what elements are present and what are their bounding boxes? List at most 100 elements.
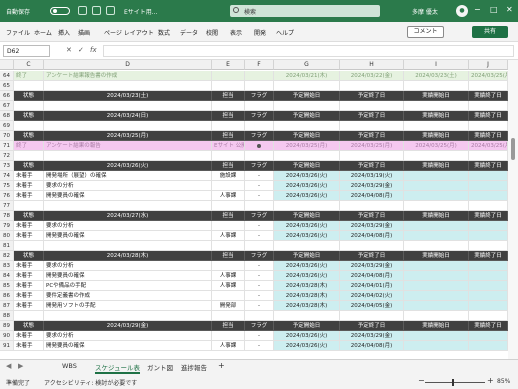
cell-e[interactable]	[212, 331, 245, 341]
cell-i[interactable]	[404, 101, 469, 111]
cell-d[interactable]: 開発要員の確保	[44, 191, 212, 201]
row-number[interactable]: 67	[0, 101, 14, 111]
cell-f[interactable]: -	[245, 191, 274, 201]
cell-j[interactable]	[469, 151, 508, 161]
cell-e[interactable]: 担当	[212, 251, 245, 261]
cell-f[interactable]	[245, 81, 274, 91]
row-number[interactable]: 84	[0, 271, 14, 281]
cell-e[interactable]: Eサイト 公開	[212, 141, 245, 151]
cell-f[interactable]: -	[245, 221, 274, 231]
menu-view[interactable]: 表示	[230, 28, 242, 37]
row-number[interactable]: 85	[0, 281, 14, 291]
cell-f[interactable]	[245, 311, 274, 321]
cell-g[interactable]: 2024/03/28(木)	[274, 301, 340, 311]
cell-d[interactable]: 要求の分析	[44, 221, 212, 231]
row-number[interactable]: 91	[0, 341, 14, 351]
cell-g[interactable]: 2024/03/26(火)	[274, 341, 340, 351]
row-number[interactable]: 83	[0, 261, 14, 271]
cell-e[interactable]: 担当	[212, 131, 245, 141]
row-number[interactable]: 89	[0, 321, 14, 331]
cell-g[interactable]: 2024/03/26(火)	[274, 221, 340, 231]
cell-f[interactable]: -	[245, 331, 274, 341]
cell-f[interactable]	[245, 101, 274, 111]
cell-i[interactable]: 実績開始日	[404, 131, 469, 141]
menu-review[interactable]: 校閲	[206, 28, 218, 37]
cell-h[interactable]: 2024/03/29(金)	[340, 261, 404, 271]
row-number[interactable]: 79	[0, 221, 14, 231]
row-number[interactable]: 72	[0, 151, 14, 161]
cell-i[interactable]	[404, 171, 469, 181]
cell-j[interactable]: 実績終了日	[469, 211, 508, 221]
cell-d[interactable]	[44, 311, 212, 321]
scroll-thumb[interactable]	[511, 138, 515, 160]
cell-c[interactable]: 未着手	[14, 221, 44, 231]
cell-f[interactable]: フラグ	[245, 111, 274, 121]
column-header[interactable]: C	[14, 60, 44, 70]
cell-f[interactable]: -	[245, 261, 274, 271]
cell-j[interactable]	[469, 331, 508, 341]
cell-i[interactable]: 実績開始日	[404, 111, 469, 121]
cell-e[interactable]: 担当	[212, 111, 245, 121]
cell-f[interactable]: -	[245, 181, 274, 191]
cell-i[interactable]: 実績開始日	[404, 161, 469, 171]
column-header[interactable]: D	[44, 60, 212, 70]
minimize-icon[interactable]: −	[474, 5, 481, 14]
cell-j[interactable]	[469, 281, 508, 291]
cell-f[interactable]: -	[245, 231, 274, 241]
cell-c[interactable]: 状態	[14, 211, 44, 221]
add-sheet-button[interactable]: +	[218, 361, 225, 370]
cell-e[interactable]: 人事課	[212, 271, 245, 281]
cell-j[interactable]	[469, 121, 508, 131]
cell-i[interactable]: 実績開始日	[404, 91, 469, 101]
cell-j[interactable]	[469, 271, 508, 281]
cell-d[interactable]	[44, 101, 212, 111]
menu-file[interactable]: ファイル	[6, 28, 30, 37]
row-number[interactable]: 90	[0, 331, 14, 341]
cell-j[interactable]: 実績終了日	[469, 91, 508, 101]
sheet-tab-schedule[interactable]: スケジュール表	[95, 362, 141, 374]
cell-c[interactable]: 未着手	[14, 331, 44, 341]
cell-h[interactable]	[340, 151, 404, 161]
cell-c[interactable]: 状態	[14, 131, 44, 141]
cell-g[interactable]	[274, 311, 340, 321]
select-all-corner[interactable]	[0, 60, 14, 70]
row-number[interactable]: 64	[0, 71, 14, 81]
cell-h[interactable]	[340, 311, 404, 321]
cell-j[interactable]	[469, 301, 508, 311]
redo-icon[interactable]	[106, 6, 115, 15]
cell-h[interactable]	[340, 241, 404, 251]
menu-developer[interactable]: 開発	[254, 28, 266, 37]
cell-i[interactable]	[404, 221, 469, 231]
cell-g[interactable]: 予定開始日	[274, 111, 340, 121]
cell-j[interactable]	[469, 311, 508, 321]
cell-d[interactable]: 2024/03/27(水)	[44, 211, 212, 221]
next-sheet-icon[interactable]: ▶	[18, 362, 23, 370]
cell-i[interactable]: 実績開始日	[404, 321, 469, 331]
cell-j[interactable]	[469, 241, 508, 251]
cell-d[interactable]	[44, 121, 212, 131]
vertical-scrollbar[interactable]	[508, 60, 518, 359]
cell-c[interactable]	[14, 241, 44, 251]
cell-c[interactable]	[14, 201, 44, 211]
cell-c[interactable]: 未着手	[14, 191, 44, 201]
cell-i[interactable]	[404, 121, 469, 131]
cell-h[interactable]: 予定終了日	[340, 321, 404, 331]
cell-h[interactable]: 2024/03/19(火)	[340, 171, 404, 181]
menu-help[interactable]: ヘルプ	[276, 28, 294, 37]
cell-h[interactable]: 予定終了日	[340, 91, 404, 101]
cell-d[interactable]: 開発用ソフトの手配	[44, 301, 212, 311]
menu-page-layout[interactable]: ページ レイアウト	[104, 28, 154, 37]
cell-g[interactable]: 2024/03/26(火)	[274, 191, 340, 201]
cell-g[interactable]: 2024/03/26(火)	[274, 231, 340, 241]
row-number[interactable]: 80	[0, 231, 14, 241]
cell-e[interactable]	[212, 101, 245, 111]
cell-c[interactable]: 状態	[14, 251, 44, 261]
cell-g[interactable]: 2024/03/26(火)	[274, 171, 340, 181]
cell-c[interactable]: 未着手	[14, 271, 44, 281]
cell-d[interactable]	[44, 151, 212, 161]
cell-i[interactable]	[404, 151, 469, 161]
cancel-icon[interactable]: ✕	[66, 46, 72, 54]
row-number[interactable]: 73	[0, 161, 14, 171]
cell-c[interactable]: 未着手	[14, 281, 44, 291]
row-number[interactable]: 66	[0, 91, 14, 101]
